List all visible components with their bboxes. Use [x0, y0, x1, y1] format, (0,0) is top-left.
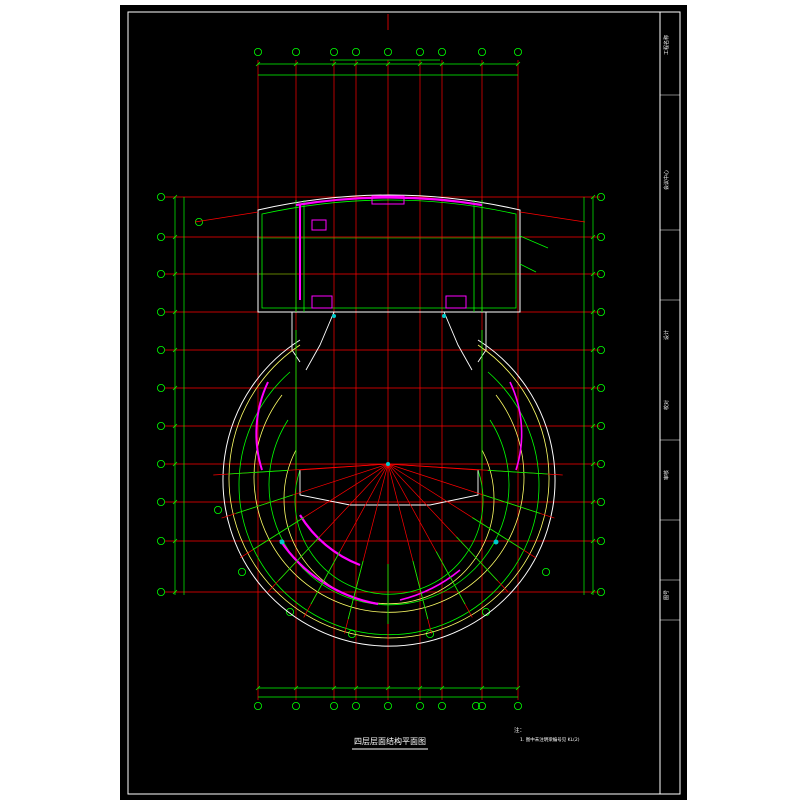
tb-label-4: 审核 [663, 470, 670, 480]
drawing-title: 四层层面结构平面图 [354, 736, 426, 746]
notes-header: 注： [514, 726, 525, 734]
cad-drawing-sheet: 工程名称 会议中心 设计 校对 审核 图号 四层层面结构平面图 注： 1. 图中… [0, 0, 800, 800]
note-1: 1. 图中未注明梁编号见 KL(2) [520, 736, 580, 743]
tb-label-3: 校对 [663, 400, 670, 410]
tb-label-0: 工程名称 [663, 35, 670, 55]
tb-label-1: 会议中心 [663, 170, 670, 190]
tb-label-5: 图号 [664, 590, 670, 600]
drawing-area [120, 5, 687, 800]
tb-label-2: 设计 [663, 330, 670, 340]
